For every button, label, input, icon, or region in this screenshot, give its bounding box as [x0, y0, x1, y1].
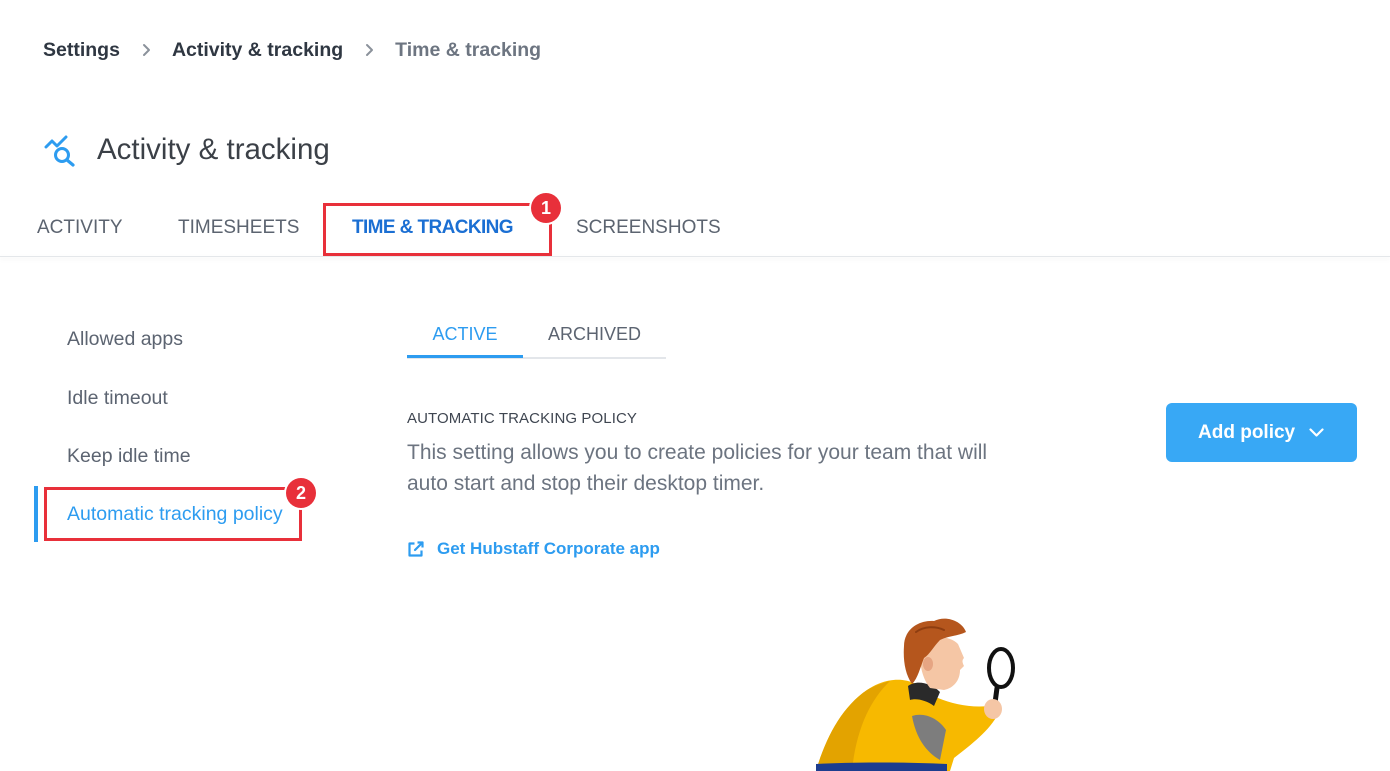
breadcrumb-time-tracking: Time & tracking [395, 39, 542, 61]
annotation-badge-2: 2 [286, 478, 316, 508]
illustration-head [903, 618, 966, 706]
page-title: Activity & tracking [97, 133, 330, 166]
tab-archived[interactable]: ARCHIVED [523, 323, 666, 345]
sidebar-active-indicator [34, 486, 38, 542]
breadcrumb-activity-tracking[interactable]: Activity & tracking [172, 38, 343, 62]
annotation-box-time-tracking-tab [323, 203, 552, 256]
activity-search-icon [44, 135, 75, 167]
tabbar-divider [0, 256, 1390, 257]
illustration-hand [984, 699, 1002, 719]
sidebar-item-keep-idle-time[interactable]: Keep idle time [67, 444, 191, 468]
tab-screenshots[interactable]: SCREENSHOTS [576, 216, 721, 240]
chevron-right-icon [142, 44, 150, 56]
chevron-down-icon [1309, 428, 1324, 437]
sidebar-item-allowed-apps[interactable]: Allowed apps [67, 327, 183, 351]
add-policy-label: Add policy [1198, 421, 1296, 443]
link-label[interactable]: Get Hubstaff Corporate app [437, 538, 660, 560]
section-description: This setting allows you to create polici… [407, 441, 988, 495]
breadcrumb: Settings Activity & tracking Time & trac… [43, 38, 541, 62]
tab-timesheets[interactable]: TIMESHEETS [178, 216, 299, 240]
subtab-active-indicator [407, 355, 523, 358]
tab-activity[interactable]: ACTIVITY [37, 216, 123, 240]
section-heading: AUTOMATIC TRACKING POLICY [407, 410, 638, 427]
magnifying-glass [987, 647, 1015, 706]
person-with-magnifier-illustration [816, 618, 1015, 771]
illustration-body [816, 679, 998, 771]
add-policy-button[interactable]: Add policy [1166, 403, 1357, 462]
external-link-icon [408, 541, 424, 557]
annotation-box-automatic-tracking-policy [44, 487, 302, 541]
tab-active[interactable]: ACTIVE [407, 323, 523, 345]
get-corporate-app-link[interactable]: Get Hubstaff Corporate app [407, 538, 660, 560]
chevron-right-icon [366, 44, 374, 56]
breadcrumb-settings[interactable]: Settings [43, 38, 120, 62]
annotation-badge-1: 1 [531, 193, 561, 223]
sidebar-item-idle-timeout[interactable]: Idle timeout [67, 386, 168, 410]
